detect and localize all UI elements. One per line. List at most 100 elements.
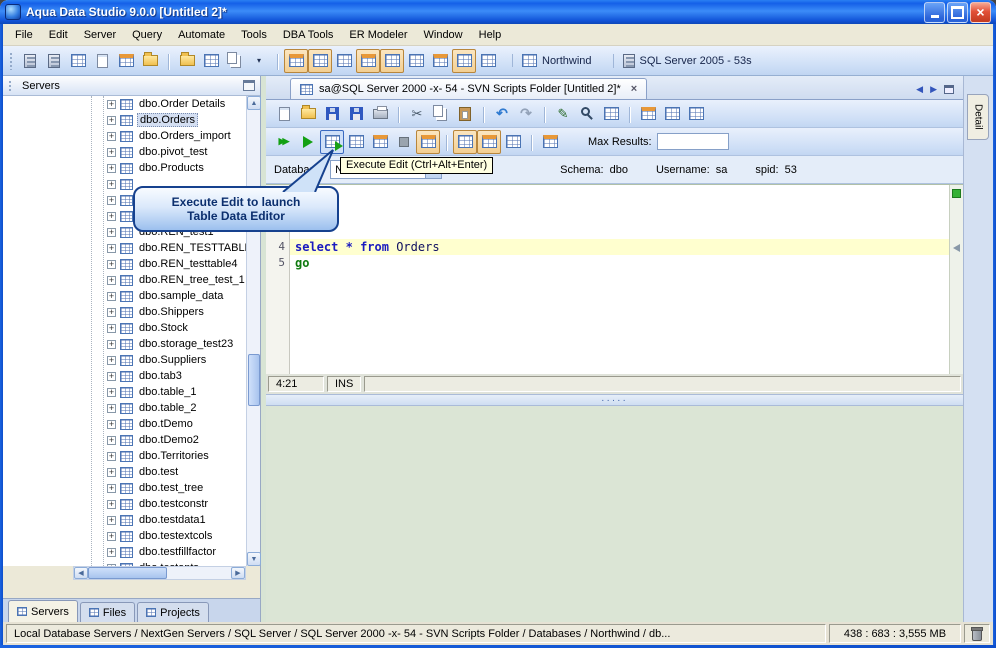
tree-vertical-scrollbar[interactable]: ▲ ▼ [246, 96, 261, 566]
active-database-chip[interactable]: Northwind [512, 54, 601, 67]
panel-tab-servers[interactable]: Servers [8, 600, 78, 622]
tree-item[interactable]: + dbo.test_tree [3, 480, 246, 496]
expand-plus-icon[interactable]: + [107, 547, 116, 557]
toolbar-button[interactable] [452, 48, 476, 73]
scrollbar-track[interactable] [88, 567, 231, 579]
tree-item-label[interactable]: dbo.table_1 [137, 386, 199, 398]
expand-plus-icon[interactable]: + [107, 259, 116, 269]
maximize-button[interactable] [947, 1, 968, 23]
restore-window-icon[interactable] [944, 85, 954, 94]
tree-item-label[interactable]: dbo.testextcols [137, 530, 214, 542]
toolbar-button[interactable] [168, 49, 199, 73]
menu-edit[interactable]: Edit [41, 26, 76, 44]
expand-plus-icon[interactable]: + [107, 355, 116, 365]
tree-item-label[interactable]: dbo.tab3 [137, 370, 184, 382]
expand-plus-icon[interactable]: + [107, 323, 116, 333]
tree-item[interactable]: + dbo.Suppliers [3, 352, 246, 368]
toolbar-button[interactable] [114, 49, 138, 73]
menu-query[interactable]: Query [124, 26, 170, 44]
toolbar-button[interactable] [416, 129, 440, 154]
toolbar-button[interactable] [18, 49, 42, 73]
toolbar-button[interactable] [277, 48, 308, 73]
tree-item[interactable]: + dbo.Orders [3, 112, 246, 128]
menu-automate[interactable]: Automate [170, 26, 233, 44]
tree-item-label[interactable]: dbo.REN_testtable4 [137, 258, 239, 270]
toolbar-button[interactable] [531, 130, 562, 154]
expand-plus-icon[interactable]: + [107, 179, 116, 189]
float-panel-icon[interactable] [243, 80, 255, 91]
tree-item[interactable]: + dbo.test [3, 464, 246, 480]
toolbar-button[interactable] [380, 48, 404, 73]
error-marker-bar[interactable] [949, 185, 963, 374]
tree-item-label[interactable]: dbo.Products [137, 162, 206, 174]
toolbar-button[interactable] [90, 49, 114, 73]
tree-item-label[interactable]: dbo.testconstr [137, 498, 210, 510]
scroll-left-icon[interactable]: ◀ [74, 567, 88, 579]
toolbar-button[interactable] [42, 49, 66, 73]
toolbar-button[interactable] [368, 130, 392, 154]
expand-plus-icon[interactable]: + [107, 147, 116, 157]
tree-item[interactable]: + dbo.sample_data [3, 288, 246, 304]
scroll-right-icon[interactable]: ▶ [231, 567, 245, 579]
tree-item-label[interactable]: dbo.Stock [137, 322, 190, 334]
tree-item[interactable]: + dbo.Order Details [3, 96, 246, 112]
results-splitter[interactable]: ····· [266, 394, 963, 406]
garbage-collect-cell[interactable] [964, 624, 990, 643]
expand-plus-icon[interactable]: + [107, 243, 116, 253]
menu-server[interactable]: Server [76, 26, 124, 44]
splitter-grip-icon[interactable]: ····· [601, 395, 628, 406]
tree-item[interactable]: + dbo.Shippers [3, 304, 246, 320]
tree-item[interactable]: + dbo.REN_TESTTABLE [3, 240, 246, 256]
active-server-chip[interactable]: SQL Server 2005 - 53s [612, 53, 761, 68]
tree-item[interactable]: + dbo.Territories [3, 448, 246, 464]
document-tab[interactable]: sa@SQL Server 2000 -x- 54 - SVN Scripts … [290, 78, 648, 99]
tree-item[interactable]: + dbo.table_1 [3, 384, 246, 400]
toolbar-button[interactable] [199, 49, 223, 73]
servers-panel-header[interactable]: Servers [3, 76, 260, 96]
toolbar-button[interactable] [272, 102, 296, 126]
tree-item-label[interactable]: dbo.Shippers [137, 306, 206, 318]
tree-item-label[interactable]: dbo.test_tree [137, 482, 205, 494]
toolbar-button[interactable]: ↷ [514, 102, 538, 126]
expand-plus-icon[interactable]: + [107, 483, 116, 493]
expand-plus-icon[interactable]: + [107, 515, 116, 525]
toolbar-button[interactable] [599, 102, 623, 126]
menu-help[interactable]: Help [471, 26, 510, 44]
tree-item[interactable]: + dbo.testfillfactor [3, 544, 246, 560]
toolbar-button[interactable] [476, 49, 500, 73]
scroll-down-icon[interactable]: ▼ [247, 552, 261, 566]
expand-plus-icon[interactable]: + [107, 339, 116, 349]
tree-item-label[interactable]: dbo.Orders_import [137, 130, 233, 142]
toolbar-button[interactable] [308, 48, 332, 73]
tree-item-label[interactable]: dbo.testdata1 [137, 514, 208, 526]
tree-item-label[interactable]: dbo.REN_TESTTABLE [137, 242, 246, 254]
panel-tab-files[interactable]: Files [79, 602, 136, 622]
tree-item-label[interactable]: dbo.Order Details [137, 98, 227, 110]
toolbar-button[interactable]: ↶ [483, 102, 514, 126]
expand-plus-icon[interactable]: + [107, 211, 116, 221]
tree-item-label[interactable]: dbo.Suppliers [137, 354, 208, 366]
scroll-up-icon[interactable]: ▲ [247, 96, 261, 110]
sql-editor[interactable]: 4 5 select * from Orders go [266, 184, 963, 374]
expand-plus-icon[interactable]: + [107, 291, 116, 301]
tree-item[interactable]: + dbo.tab3 [3, 368, 246, 384]
tree-item-label[interactable]: dbo.storage_test23 [137, 338, 235, 350]
toolbar-button[interactable] [477, 129, 501, 154]
expand-plus-icon[interactable]: + [107, 499, 116, 509]
code-line[interactable]: go [290, 255, 949, 271]
toolbar-button[interactable] [629, 102, 660, 126]
panel-tab-projects[interactable]: Projects [137, 602, 209, 622]
toolbar-button[interactable] [428, 49, 452, 73]
expand-plus-icon[interactable]: + [107, 307, 116, 317]
tree-item[interactable]: + dbo.Orders_import [3, 128, 246, 144]
toolbar-button[interactable] [332, 49, 356, 73]
tree-item[interactable]: + dbo.storage_test23 [3, 336, 246, 352]
tree-item[interactable]: + dbo.tDemo2 [3, 432, 246, 448]
menu-window[interactable]: Window [416, 26, 471, 44]
toolbar-button[interactable] [356, 48, 380, 73]
toolbar-button[interactable] [404, 49, 428, 73]
tree-item-label[interactable]: dbo.test [137, 466, 180, 478]
expand-plus-icon[interactable]: + [107, 131, 116, 141]
prev-tab-icon[interactable]: ◀ [916, 84, 923, 95]
menu-dba-tools[interactable]: DBA Tools [275, 26, 342, 44]
